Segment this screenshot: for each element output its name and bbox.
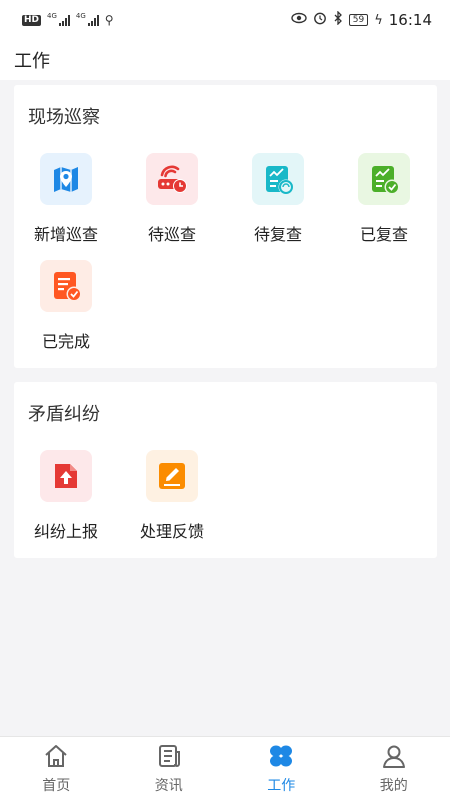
network-type-1: 4G	[47, 12, 57, 20]
section-site-inspection: 现场巡察 新增巡查 待巡查 待复查 已复查 已完成	[14, 85, 437, 368]
charging-icon: ϟ	[374, 12, 383, 28]
signal-icon	[58, 14, 70, 26]
tile-label: 处理反馈	[139, 522, 204, 541]
network-type-2: 4G	[75, 12, 86, 20]
eye-icon	[291, 12, 307, 28]
hd-badge: HD	[22, 14, 42, 26]
tile-label: 新增巡查	[33, 225, 98, 244]
work-grid-icon	[270, 745, 293, 767]
profile-icon	[382, 745, 405, 768]
bluetooth-icon	[333, 10, 343, 29]
status-left: HD 4G 4G ⚲	[22, 13, 114, 27]
tab-news[interactable]: 资讯	[113, 737, 226, 800]
page-title-bar: 工作	[0, 40, 450, 80]
report-refresh-icon	[252, 153, 304, 205]
signal-icon	[87, 14, 99, 26]
tile-label: 待复查	[253, 225, 302, 244]
tab-label: 我的	[379, 778, 408, 794]
tab-label: 首页	[42, 778, 71, 794]
section-title: 现场巡察	[28, 107, 100, 128]
tile-label: 已复查	[359, 225, 408, 244]
battery-icon: 59	[348, 14, 369, 26]
tile-label: 待巡查	[147, 225, 196, 244]
tab-home[interactable]: 首页	[0, 737, 113, 800]
news-icon	[158, 745, 180, 767]
bottom-tab-bar: 首页 资讯 工作 我的	[0, 736, 450, 800]
dispute-report-button[interactable]: 纠纷上报	[16, 450, 116, 550]
tile-label: 纠纷上报	[33, 522, 98, 541]
tab-label: 工作	[267, 778, 296, 794]
upload-file-icon	[40, 450, 92, 502]
process-feedback-button[interactable]: 处理反馈	[122, 450, 222, 550]
page-title: 工作	[14, 51, 50, 72]
tab-profile[interactable]: 我的	[338, 737, 450, 800]
router-clock-icon	[146, 153, 198, 205]
tab-work[interactable]: 工作	[225, 737, 338, 800]
alarm-icon	[313, 11, 327, 29]
pending-review-button[interactable]: 待复查	[228, 153, 328, 253]
completed-button[interactable]: 已完成	[16, 260, 116, 360]
usb-icon: ⚲	[104, 13, 114, 27]
pending-inspection-button[interactable]: 待巡查	[122, 153, 222, 253]
home-icon	[45, 745, 67, 767]
section-title: 矛盾纠纷	[28, 404, 100, 425]
tab-label: 资讯	[154, 778, 183, 794]
status-bar: HD 4G 4G ⚲ 59 ϟ 16:14	[0, 0, 450, 40]
status-right: 59 ϟ 16:14	[291, 10, 432, 29]
edit-pencil-icon	[146, 450, 198, 502]
clock: 16:14	[388, 11, 432, 29]
doc-check-icon	[40, 260, 92, 312]
tile-label: 已完成	[41, 332, 90, 351]
section-dispute: 矛盾纠纷 纠纷上报 处理反馈	[14, 382, 437, 558]
report-check-icon	[358, 153, 410, 205]
map-pin-icon	[40, 153, 92, 205]
new-inspection-button[interactable]: 新增巡查	[16, 153, 116, 253]
reviewed-button[interactable]: 已复查	[334, 153, 434, 253]
